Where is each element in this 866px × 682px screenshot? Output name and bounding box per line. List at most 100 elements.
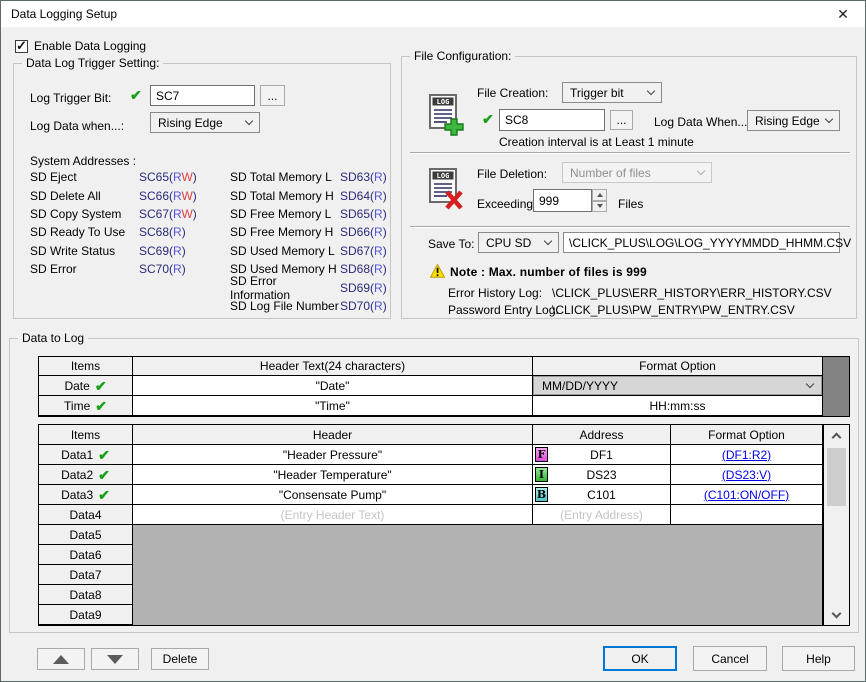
table-scrollbar[interactable] xyxy=(823,425,849,625)
table-right-strip xyxy=(823,357,849,416)
scroll-up-button[interactable] xyxy=(824,425,849,445)
data-to-log-group-title: Data to Log xyxy=(18,331,88,345)
date-format-select[interactable]: MM/DD/YYYY xyxy=(533,376,822,395)
chevron-down-icon xyxy=(544,237,552,245)
trigger-setting-group-title: Data Log Trigger Setting: xyxy=(22,56,163,70)
sys-addr-value: SD66(R) xyxy=(340,225,387,239)
data2-address-cell[interactable]: IDS23 xyxy=(533,465,671,485)
sys-addr-value: SC66(RW) xyxy=(139,189,197,203)
log-trigger-bit-input[interactable]: SC7 xyxy=(150,85,255,106)
system-addresses-right: SD Total Memory L SD63(R) SD Total Memor… xyxy=(230,168,387,315)
delete-button[interactable]: Delete xyxy=(151,648,209,670)
scroll-down-button[interactable] xyxy=(824,605,849,625)
row-selector-data6[interactable]: Data6 xyxy=(39,545,133,565)
data1-format-cell[interactable]: (DF1:R2) xyxy=(671,445,823,465)
row-selector-data9[interactable]: Data9 xyxy=(39,605,133,625)
sys-addr-label: SD Error xyxy=(30,262,139,276)
scrollbar-thumb[interactable] xyxy=(827,448,846,506)
warning-icon xyxy=(430,264,445,278)
cancel-button[interactable]: Cancel xyxy=(693,646,767,671)
data4-address-cell[interactable]: (Entry Address) xyxy=(533,505,671,525)
save-to-select[interactable]: CPU SD xyxy=(478,232,559,253)
sys-addr-label: SD Ready To Use xyxy=(30,225,139,239)
sys-addr-value: SD63(R) xyxy=(340,170,387,184)
sys-addr-value: SD67(R) xyxy=(340,244,387,258)
stepper-up-button[interactable] xyxy=(592,189,607,201)
empty-rows-area xyxy=(133,525,823,625)
log-trigger-bit-label: Log Trigger Bit: xyxy=(30,91,111,105)
move-down-button[interactable] xyxy=(91,648,139,670)
data1-header-cell[interactable]: "Header Pressure" xyxy=(133,445,533,465)
move-up-button[interactable] xyxy=(37,648,85,670)
log-data-when-select[interactable]: Rising Edge xyxy=(150,112,260,133)
row-selector-data7[interactable]: Data7 xyxy=(39,565,133,585)
ok-button[interactable]: OK xyxy=(603,646,677,671)
data4-format-cell[interactable] xyxy=(671,505,823,525)
row-selector-data1[interactable]: Data1✔ xyxy=(39,445,133,465)
datetime-table: Items Header Text(24 characters) Format … xyxy=(38,356,850,417)
time-header-text-cell[interactable]: "Time" xyxy=(133,396,533,416)
row-selector-data2[interactable]: Data2✔ xyxy=(39,465,133,485)
stepper-down-button[interactable] xyxy=(592,201,607,213)
help-button[interactable]: Help xyxy=(782,646,855,671)
creation-trigger-bit-input[interactable]: SC8 xyxy=(499,109,605,131)
exceeding-files-input[interactable]: 999 xyxy=(533,189,592,212)
exceeding-files-stepper[interactable] xyxy=(592,189,607,212)
log-file-add-icon: LOG xyxy=(428,93,464,137)
data3-address-cell[interactable]: BC101 xyxy=(533,485,671,505)
sys-addr-value: SD69(R) xyxy=(340,281,387,295)
log-data-when2-label: Log Data When...: xyxy=(654,115,751,129)
error-history-log-label: Error History Log: xyxy=(448,286,542,300)
browse-creation-bit-button[interactable]: ... xyxy=(610,110,633,130)
enable-data-logging-row[interactable]: ✓ Enable Data Logging xyxy=(15,39,146,53)
close-icon[interactable]: ✕ xyxy=(821,1,865,27)
exceeding-label: Exceeding xyxy=(477,197,533,211)
down-arrow-icon xyxy=(832,608,842,618)
system-addresses-label: System Addresses : xyxy=(30,154,136,168)
row-selector-data8[interactable]: Data8 xyxy=(39,585,133,605)
separator xyxy=(410,226,850,228)
row-selector-data5[interactable]: Data5 xyxy=(39,525,133,545)
data1-address-cell[interactable]: FDF1 xyxy=(533,445,671,465)
up-arrow-icon xyxy=(597,193,603,197)
chevron-down-icon xyxy=(806,380,814,388)
format-option-link[interactable]: (DF1:R2) xyxy=(722,448,771,462)
sys-addr-label: SD Log File Number xyxy=(230,299,340,313)
bit-type-icon: B xyxy=(535,487,548,502)
file-creation-select[interactable]: Trigger bit xyxy=(562,82,662,103)
data2-header-cell[interactable]: "Header Temperature" xyxy=(133,465,533,485)
time-format-cell[interactable]: HH:mm:ss xyxy=(533,396,823,416)
files-label: Files xyxy=(618,197,643,211)
date-format-cell[interactable]: MM/DD/YYYY xyxy=(533,376,823,396)
data3-format-cell[interactable]: (C101:ON/OFF) xyxy=(671,485,823,505)
save-path-field[interactable]: \CLICK_PLUS\LOG\LOG_YYYYMMDD_HHMM.CSV xyxy=(563,232,840,253)
svg-text:LOG: LOG xyxy=(437,172,450,180)
valid-check-icon: ✔ xyxy=(130,88,142,102)
max-files-note: Note : Max. number of files is 999 xyxy=(450,265,647,279)
data2-format-cell[interactable]: (DS23:V) xyxy=(671,465,823,485)
int-type-icon: I xyxy=(535,467,548,482)
row-selector-data3[interactable]: Data3✔ xyxy=(39,485,133,505)
browse-trigger-bit-button[interactable]: ... xyxy=(260,85,285,106)
sys-addr-label: SD Write Status xyxy=(30,244,139,258)
file-deletion-select: Number of files xyxy=(562,162,712,183)
row-selector-date[interactable]: Date✔ xyxy=(39,376,133,396)
system-addresses-left: SD Eject SC65(RW) SD Delete All SC66(RW)… xyxy=(30,168,197,278)
checkbox-check-icon: ✓ xyxy=(16,38,27,54)
data4-header-cell[interactable]: (Entry Header Text) xyxy=(133,505,533,525)
trigger-setting-group: Data Log Trigger Setting: Log Trigger Bi… xyxy=(13,63,391,319)
format-option-link[interactable]: (DS23:V) xyxy=(722,468,771,482)
format-option-link[interactable]: (C101:ON/OFF) xyxy=(704,488,789,502)
sys-addr-value: SD68(R) xyxy=(340,262,387,276)
row-selector-data4[interactable]: Data4 xyxy=(39,505,133,525)
sys-addr-label: SD Copy System xyxy=(30,207,139,221)
log-data-when2-select[interactable]: Rising Edge xyxy=(747,110,840,131)
check-icon: ✔ xyxy=(95,399,107,413)
data3-header-cell[interactable]: "Consensate Pump" xyxy=(133,485,533,505)
date-header-text-cell[interactable]: "Date" xyxy=(133,376,533,396)
enable-data-logging-checkbox[interactable]: ✓ xyxy=(15,40,28,53)
sys-addr-label: SD Used Memory L xyxy=(230,244,340,258)
row-selector-time[interactable]: Time✔ xyxy=(39,396,133,416)
svg-text:LOG: LOG xyxy=(437,98,450,106)
creation-interval-note: Creation interval is at Least 1 minute xyxy=(499,135,694,149)
